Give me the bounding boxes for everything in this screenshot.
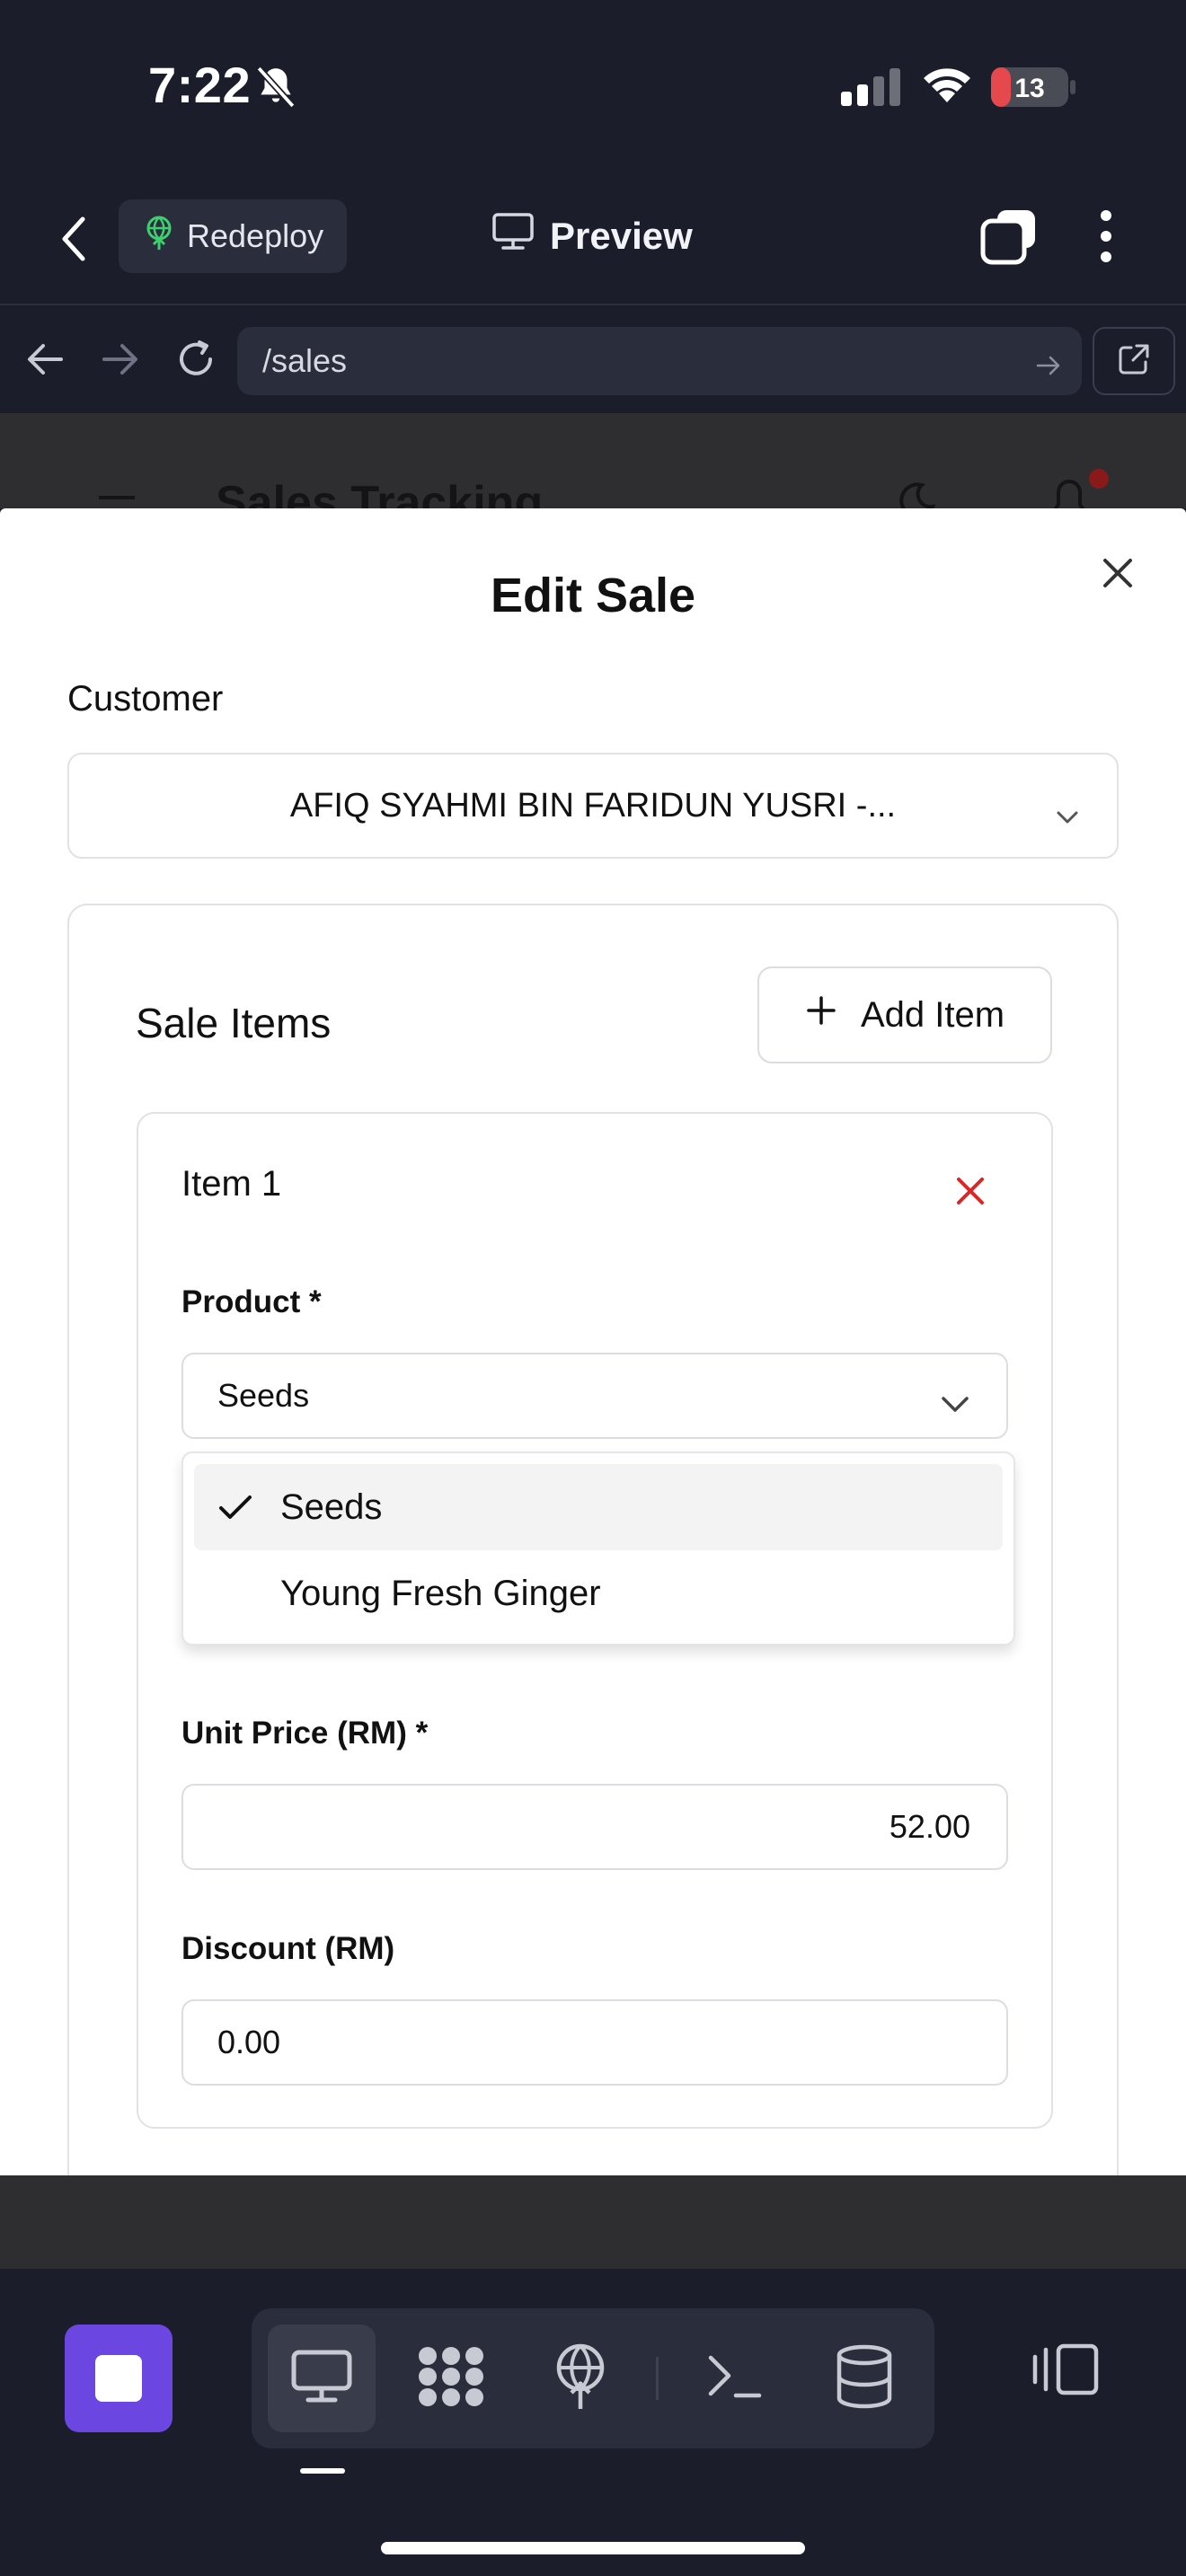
bell-slash-icon	[253, 65, 298, 114]
product-option-young-fresh-ginger[interactable]: Young Fresh Ginger	[194, 1550, 1003, 1636]
customer-select[interactable]: AFIQ SYAHMI BIN FARIDUN YUSRI -...	[67, 753, 1119, 859]
bell-icon	[1049, 478, 1089, 508]
notification-dot	[1089, 469, 1109, 489]
sale-items-title: Sale Items	[136, 1000, 332, 1046]
tool-terminal[interactable]	[681, 2325, 789, 2432]
customer-label: Customer	[67, 679, 224, 719]
stop-button[interactable]	[65, 2325, 173, 2432]
tool-separator	[656, 2357, 659, 2400]
open-external-button[interactable]	[1093, 327, 1175, 395]
customer-value: AFIQ SYAHMI BIN FARIDUN YUSRI -...	[289, 786, 897, 825]
discount-value: 0.00	[217, 2024, 281, 2060]
app-screen: 7:22 13 Redeploy Preview /sales Sales Tr…	[0, 0, 1186, 2576]
apps-icon	[417, 2345, 485, 2413]
preview-title: Preview	[492, 207, 693, 266]
sale-item-card: Item 1 Product * Seeds Seeds Young Fresh…	[137, 1112, 1053, 2129]
redeploy-label: Redeploy	[187, 217, 324, 254]
close-icon[interactable]	[1098, 553, 1137, 597]
remove-item-icon[interactable]	[954, 1175, 987, 1212]
menu-icon	[97, 492, 137, 508]
add-item-button[interactable]: Add Item	[757, 966, 1052, 1063]
moon-icon	[895, 480, 938, 508]
wifi-icon	[920, 63, 974, 109]
database-icon	[836, 2344, 893, 2413]
arrow-left-icon[interactable]	[25, 341, 65, 382]
add-item-label: Add Item	[860, 994, 1005, 1035]
monitor-icon	[492, 213, 534, 260]
discount-label: Discount (RM)	[181, 1931, 395, 1966]
cellular-signal-icon	[841, 68, 902, 110]
tool-preview[interactable]	[268, 2325, 376, 2432]
preview-label: Preview	[550, 215, 693, 257]
panel-toggle-icon[interactable]	[1031, 2342, 1100, 2401]
product-dropdown-menu: Seeds Young Fresh Ginger	[181, 1451, 1015, 1645]
chevron-down-icon	[940, 1385, 970, 1423]
product-select[interactable]: Seeds	[181, 1353, 1008, 1439]
status-time: 7:22	[148, 57, 252, 113]
monitor-icon	[290, 2349, 353, 2409]
app-header: Redeploy Preview	[0, 180, 1186, 305]
plus-icon	[805, 994, 837, 1036]
background-page: Sales Tracking	[0, 413, 1186, 508]
browser-bar: /sales	[0, 320, 1186, 401]
option-label: Young Fresh Ginger	[280, 1573, 601, 1613]
url-text: /sales	[262, 342, 348, 379]
modal-title: Edit Sale	[490, 569, 696, 622]
chevron-down-icon	[1056, 796, 1079, 834]
chevron-left-icon[interactable]	[56, 216, 92, 267]
arrow-right-small-icon[interactable]	[1035, 348, 1062, 386]
tool-apps[interactable]	[397, 2325, 505, 2432]
stop-icon	[95, 2355, 142, 2402]
tool-database[interactable]	[810, 2325, 918, 2432]
bottom-toolbar	[0, 2269, 1186, 2576]
more-vertical-icon[interactable]	[1094, 208, 1118, 269]
url-input[interactable]: /sales	[237, 327, 1082, 395]
option-label: Seeds	[280, 1486, 383, 1527]
header-divider	[0, 304, 1186, 305]
unit-price-input[interactable]: 52.00	[181, 1784, 1008, 1870]
unit-price-value: 52.00	[889, 1808, 970, 1845]
deploy-icon	[553, 2342, 608, 2415]
external-link-icon	[1117, 342, 1151, 381]
redeploy-button[interactable]: Redeploy	[119, 199, 347, 273]
tool-deploy[interactable]	[527, 2325, 634, 2432]
discount-input[interactable]: 0.00	[181, 1999, 1008, 2086]
edit-sale-modal: Edit Sale Customer AFIQ SYAHMI BIN FARID…	[0, 508, 1186, 2175]
unit-price-label: Unit Price (RM) *	[181, 1716, 429, 1751]
item-title: Item 1	[181, 1164, 282, 1204]
status-bar: 7:22 13	[0, 0, 1186, 171]
battery-icon: 13	[990, 66, 1076, 112]
tool-group	[252, 2308, 934, 2448]
product-option-seeds[interactable]: Seeds	[194, 1464, 1003, 1550]
arrow-right-icon[interactable]	[101, 341, 140, 382]
home-indicator	[381, 2542, 805, 2554]
product-label: Product *	[181, 1284, 322, 1319]
background-page-title: Sales Tracking	[216, 477, 544, 508]
globe-icon	[144, 215, 174, 259]
sale-items-card: Sale Items Add Item Item 1 Product * See…	[67, 904, 1119, 2175]
terminal-icon	[707, 2352, 763, 2405]
reload-icon[interactable]	[174, 338, 217, 385]
windows-icon[interactable]	[979, 207, 1039, 270]
battery-level-text: 13	[1014, 74, 1044, 103]
background-overlay-band	[0, 2175, 1186, 2269]
check-icon	[217, 1491, 253, 1531]
active-tab-indicator	[300, 2468, 345, 2474]
product-value: Seeds	[217, 1377, 310, 1414]
